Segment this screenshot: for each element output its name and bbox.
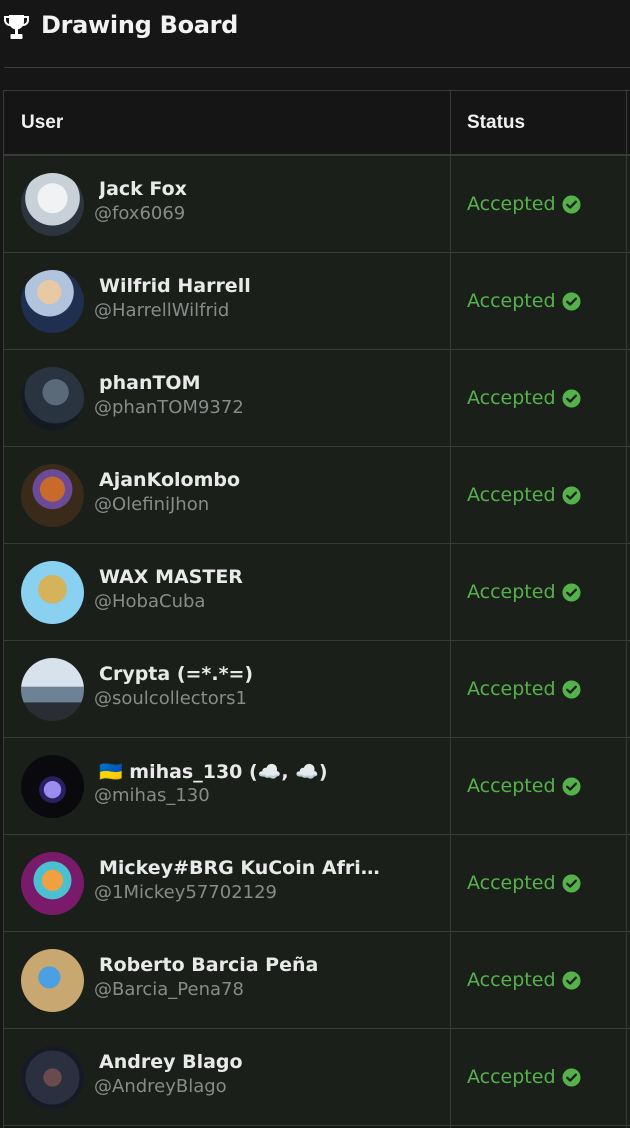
- user-name[interactable]: 🇺🇦 mihas_130 (☁️, ☁️): [99, 760, 328, 783]
- user-name[interactable]: phanTOM: [99, 372, 201, 394]
- avatar[interactable]: [21, 561, 84, 624]
- user-name[interactable]: Roberto Barcia Peña: [99, 954, 318, 976]
- status-badge: Accepted: [467, 192, 581, 216]
- user-name[interactable]: AjanKolombo: [99, 469, 240, 491]
- user-name[interactable]: Jack Fox: [99, 178, 187, 200]
- check-circle-icon: [561, 194, 581, 214]
- avatar[interactable]: [21, 755, 84, 818]
- user-handle: @1Mickey57702129: [94, 882, 278, 903]
- status-label: Accepted: [467, 290, 556, 312]
- table-row[interactable]: Jack Fox @fox6069 Accepted: [4, 156, 630, 253]
- user-handle: @HobaCuba: [94, 591, 206, 612]
- status-badge: Accepted: [467, 289, 581, 313]
- trophy-icon: [4, 15, 29, 39]
- user-handle: @phanTOM9372: [94, 397, 244, 418]
- table-row[interactable]: phanTOM @phanTOM9372 Accepted: [4, 350, 630, 447]
- status-badge: Accepted: [467, 871, 581, 895]
- avatar[interactable]: [21, 1046, 84, 1109]
- status-label: Accepted: [467, 581, 556, 603]
- page-header: Drawing Board: [0, 0, 630, 56]
- status-label: Accepted: [467, 1066, 556, 1088]
- user-name[interactable]: Andrey Blago: [99, 1051, 243, 1073]
- status-badge: Accepted: [467, 968, 581, 992]
- user-handle: @HarrellWilfrid: [94, 300, 230, 321]
- status-label: Accepted: [467, 872, 556, 894]
- table-row[interactable]: WAX MASTER @HobaCuba Accepted: [4, 544, 630, 641]
- check-circle-icon: [561, 873, 581, 893]
- table-row[interactable]: Crypta (=*.*=) @soulcollectors1 Accepted: [4, 641, 630, 738]
- status-badge: Accepted: [467, 774, 581, 798]
- avatar[interactable]: [21, 949, 84, 1012]
- table-row[interactable]: Mickey#BRG KuCoin Afri… @1Mickey57702129…: [4, 835, 630, 932]
- column-divider: [450, 91, 451, 1128]
- user-handle: @OlefiniJhon: [94, 494, 210, 515]
- table-row[interactable]: Wilfrid Harrell @HarrellWilfrid Accepted: [4, 253, 630, 350]
- user-handle: @fox6069: [94, 203, 186, 224]
- check-circle-icon: [561, 776, 581, 796]
- user-name[interactable]: WAX MASTER: [99, 566, 243, 588]
- check-circle-icon: [561, 1067, 581, 1087]
- status-label: Accepted: [467, 678, 556, 700]
- table-row[interactable]: Andrey Blago @AndreyBlago Accepted: [4, 1029, 630, 1126]
- avatar[interactable]: [21, 464, 84, 527]
- column-header-user[interactable]: User: [21, 91, 63, 154]
- check-circle-icon: [561, 970, 581, 990]
- avatar[interactable]: [21, 367, 84, 430]
- avatar[interactable]: [21, 852, 84, 915]
- user-name[interactable]: Mickey#BRG KuCoin Afri…: [99, 857, 380, 879]
- status-badge: Accepted: [467, 677, 581, 701]
- avatar[interactable]: [21, 270, 84, 333]
- participants-table: User Status Jack Fox @fox6069 Accepted W…: [3, 90, 630, 1128]
- status-badge: Accepted: [467, 1065, 581, 1089]
- column-divider: [626, 91, 627, 1128]
- status-label: Accepted: [467, 775, 556, 797]
- user-name[interactable]: Crypta (=*.*=): [99, 663, 253, 685]
- avatar[interactable]: [21, 173, 84, 236]
- check-circle-icon: [561, 388, 581, 408]
- header-divider: [4, 67, 630, 68]
- status-label: Accepted: [467, 484, 556, 506]
- check-circle-icon: [561, 679, 581, 699]
- user-handle: @soulcollectors1: [94, 688, 247, 709]
- status-label: Accepted: [467, 969, 556, 991]
- table-row[interactable]: Roberto Barcia Peña @Barcia_Pena78 Accep…: [4, 932, 630, 1029]
- column-header-status[interactable]: Status: [467, 91, 525, 154]
- user-handle: @mihas_130: [94, 785, 210, 806]
- table-row[interactable]: AjanKolombo @OlefiniJhon Accepted: [4, 447, 630, 544]
- check-circle-icon: [561, 582, 581, 602]
- status-badge: Accepted: [467, 580, 581, 604]
- user-name[interactable]: Wilfrid Harrell: [99, 275, 251, 297]
- status-label: Accepted: [467, 387, 556, 409]
- table-row[interactable]: 🇺🇦 mihas_130 (☁️, ☁️) @mihas_130 Accepte…: [4, 738, 630, 835]
- avatar[interactable]: [21, 658, 84, 721]
- status-badge: Accepted: [467, 483, 581, 507]
- status-badge: Accepted: [467, 386, 581, 410]
- table-body: Jack Fox @fox6069 Accepted Wilfrid Harre…: [4, 156, 630, 1126]
- check-circle-icon: [561, 485, 581, 505]
- user-handle: @AndreyBlago: [94, 1076, 227, 1097]
- page-title: Drawing Board: [41, 11, 239, 39]
- check-circle-icon: [561, 291, 581, 311]
- user-handle: @Barcia_Pena78: [94, 979, 244, 1000]
- table-header: User Status: [4, 91, 630, 156]
- status-label: Accepted: [467, 193, 556, 215]
